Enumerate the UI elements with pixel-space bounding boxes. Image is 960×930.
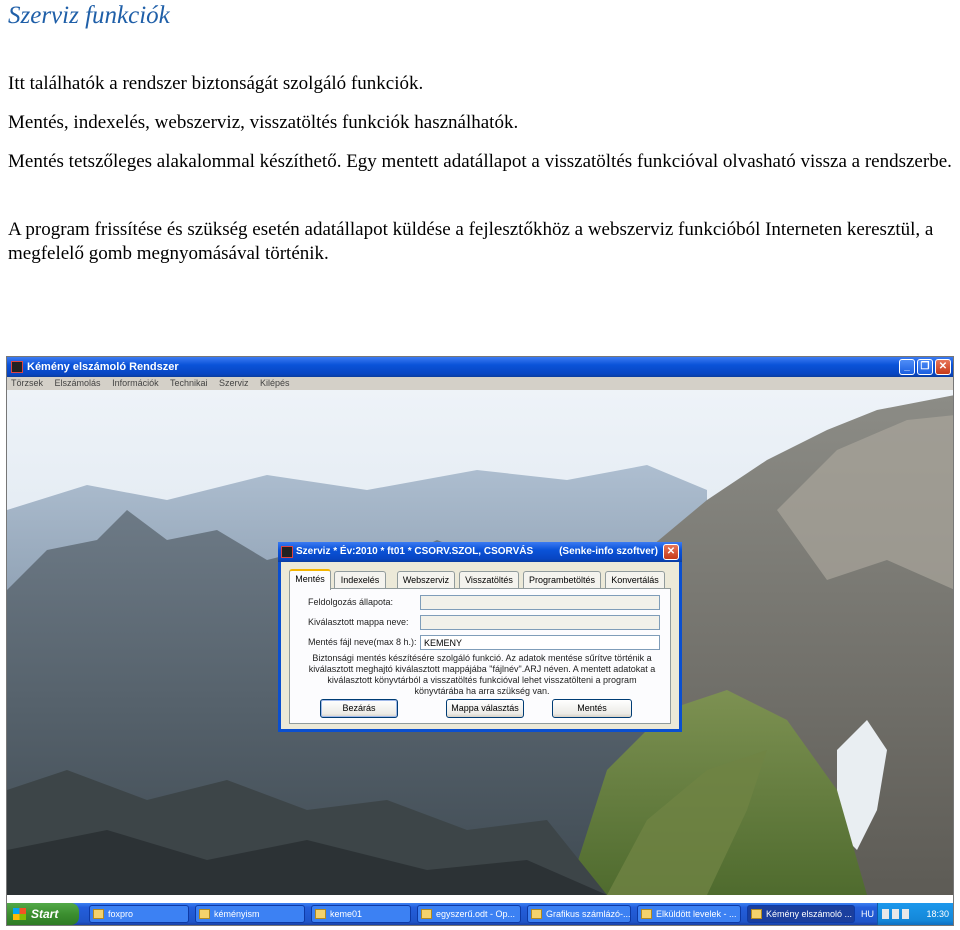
close-icon[interactable]: ✕ [935,359,951,375]
folder-name-field[interactable] [420,615,660,630]
taskbar-item-label: kéményism [214,909,260,919]
taskbar-item-label: Kémény elszámoló ... [766,909,853,919]
main-menu-bar: Törzsek Elszámolás Információk Technikai… [7,377,953,390]
close-icon[interactable]: ✕ [663,544,679,560]
language-indicator[interactable]: HU [861,903,874,925]
backup-filename-field[interactable] [420,635,660,650]
service-dialog: Szerviz * Év:2010 * ft01 * CSORV.SZOL, C… [278,542,682,732]
tab-indexeles[interactable]: Indexelés [334,571,386,588]
taskbar-item-sent-mail[interactable]: Elküldött levelek - ... [637,905,741,923]
taskbar-item-label: Grafikus számlázó-... [546,909,631,919]
menu-item-informaciok[interactable]: Információk [112,378,159,388]
taskbar-item-grafikus[interactable]: Grafikus számlázó-... [527,905,631,923]
taskbar-item-kemeny-elszamolo[interactable]: Kémény elszámoló ... [747,905,855,923]
menu-item-kilepes[interactable]: Kilépés [260,378,290,388]
taskbar: Start foxpro kéményism keme01 egyszerű.o… [7,903,953,925]
status-field[interactable] [420,595,660,610]
main-window-title: Kémény elszámoló Rendszer [27,361,179,373]
windows-logo-icon [13,908,26,920]
paragraph-intro: Itt találhatók a rendszer biztonságát sz… [8,73,424,94]
close-button[interactable]: Bezárás [320,699,398,718]
taskbar-item-label: keme01 [330,909,363,919]
tab-visszatoltes[interactable]: Visszatöltés [459,571,519,588]
save-button[interactable]: Mentés [552,699,632,718]
tab-mentes[interactable]: Mentés [289,569,331,590]
dialog-title: Szerviz * Év:2010 * ft01 * CSORV.SZOL, C… [296,546,534,557]
browser-icon [531,909,542,919]
taskbar-item-kemenyism[interactable]: kéményism [195,905,305,923]
app-icon [11,361,23,373]
menu-item-torzsek[interactable]: Törzsek [11,378,43,388]
taskbar-item-label: foxpro [108,909,134,919]
tray-icons[interactable] [882,909,912,919]
paragraph-update: A program frissítése és szükség esetén a… [8,219,934,264]
folder-icon [315,909,326,919]
main-window-titlebar[interactable]: Kémény elszámoló Rendszer _ ❐ ✕ [7,357,953,377]
app-icon [281,546,293,558]
paragraph-functions: Mentés, indexelés, webszerviz, visszatöl… [8,112,519,133]
tab-webszerviz[interactable]: Webszerviz [397,571,455,588]
tab-konvertalas[interactable]: Konvertálás [605,571,665,588]
document-title: Szerviz funkciók [8,2,170,29]
mentes-tab-panel: Feldolgozás állapota: Kiválasztott mappa… [289,588,671,724]
menu-item-szerviz[interactable]: Szerviz [219,378,249,388]
app-icon [751,909,762,919]
dialog-vendor-label: (Senke-info szoftver) [559,546,658,557]
minimize-icon[interactable]: _ [899,359,915,375]
folder-icon [93,909,104,919]
taskbar-item-label: egyszerű.odt - Op... [436,909,516,919]
menu-item-elszamolas[interactable]: Elszámolás [55,378,101,388]
taskbar-item-keme01[interactable]: keme01 [311,905,411,923]
folder-name-label: Kiválasztott mappa neve: [308,617,409,627]
dialog-titlebar[interactable]: Szerviz * Év:2010 * ft01 * CSORV.SZOL, C… [278,542,682,562]
backup-filename-label: Mentés fájl neve(max 8 h.): [308,637,417,647]
taskbar-item-openoffice[interactable]: egyszerű.odt - Op... [417,905,521,923]
tab-programbetoltes[interactable]: Programbetöltés [523,571,601,588]
paragraph-backup: Mentés tetszőleges alakalommal készíthet… [8,151,952,172]
maximize-icon[interactable]: ❐ [917,359,933,375]
mail-icon [641,909,652,919]
status-label: Feldolgozás állapota: [308,597,394,607]
clock[interactable]: 18:30 [926,909,949,919]
folder-icon [199,909,210,919]
start-button[interactable]: Start [7,903,79,925]
document-icon [421,909,432,919]
menu-item-technikai[interactable]: Technikai [170,378,208,388]
dialog-tab-strip: Mentés Indexelés Webszerviz Visszatöltés… [289,569,669,590]
backup-info-text: Biztonsági mentés készítésére szolgáló f… [308,653,656,696]
taskbar-item-foxpro[interactable]: foxpro [89,905,189,923]
choose-folder-button[interactable]: Mappa választás [446,699,524,718]
app-screenshot: Kémény elszámoló Rendszer _ ❐ ✕ Törzsek … [6,356,954,926]
taskbar-item-label: Elküldött levelek - ... [656,909,737,919]
start-label: Start [31,907,59,921]
system-tray: 18:30 [877,903,953,925]
